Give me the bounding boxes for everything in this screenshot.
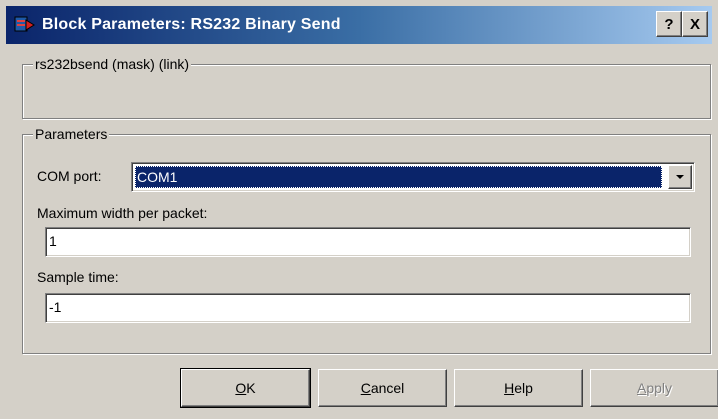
chevron-down-icon[interactable]: [668, 165, 692, 189]
sample-time-label: Sample time:: [37, 269, 119, 285]
ok-button[interactable]: OK: [180, 368, 311, 408]
com-port-select[interactable]: COM1: [131, 162, 695, 192]
ok-mnemonic: O: [235, 380, 247, 396]
parameters-group: Parameters COM port: COM1 Maximum width …: [22, 125, 711, 354]
apply-label-rest: pply: [646, 380, 673, 396]
apply-button: Apply: [590, 369, 718, 407]
cancel-button[interactable]: Cancel: [318, 369, 447, 407]
parameters-group-title: Parameters: [33, 125, 110, 143]
dialog-window: Block Parameters: RS232 Binary Send ? X …: [0, 0, 718, 419]
ok-label-rest: K: [246, 380, 256, 396]
mask-description-group: rs232bsend (mask) (link): [22, 55, 711, 119]
cancel-mnemonic: C: [360, 380, 371, 396]
mask-group-title: rs232bsend (mask) (link): [33, 55, 192, 73]
apply-mnemonic: A: [636, 380, 647, 396]
help-button[interactable]: Help: [454, 369, 583, 407]
help-label-rest: elp: [514, 380, 533, 396]
close-button[interactable]: X: [682, 11, 708, 37]
help-title-button[interactable]: ?: [656, 11, 682, 37]
com-port-selected-value: COM1: [135, 166, 662, 188]
help-mnemonic: H: [504, 380, 515, 396]
max-width-value: 1: [49, 233, 57, 249]
title-bar[interactable]: Block Parameters: RS232 Binary Send ? X: [6, 6, 712, 44]
simulink-block-icon: [14, 14, 36, 36]
cancel-label-rest: ancel: [370, 380, 405, 396]
sample-time-value: -1: [49, 299, 62, 315]
max-width-input[interactable]: 1: [45, 227, 691, 257]
max-width-label: Maximum width per packet:: [37, 205, 208, 221]
com-port-label: COM port:: [37, 168, 102, 184]
sample-time-input[interactable]: -1: [45, 293, 691, 323]
window-title: Block Parameters: RS232 Binary Send: [42, 16, 341, 33]
